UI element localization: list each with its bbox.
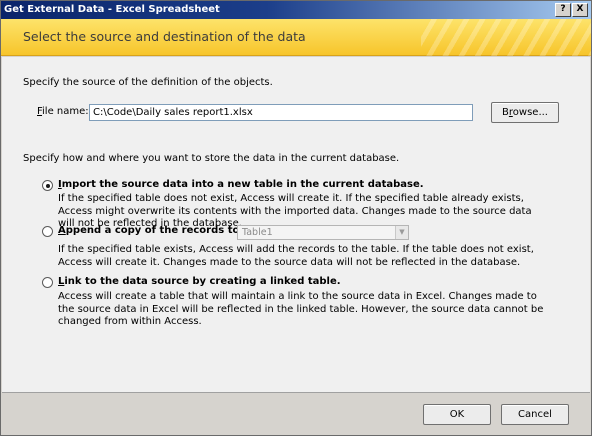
close-icon: X xyxy=(576,4,584,14)
header-banner: Select the source and destination of the… xyxy=(1,19,591,56)
get-external-data-dialog: Get External Data - Excel Spreadsheet ? … xyxy=(0,0,592,436)
radio-append[interactable] xyxy=(42,226,53,237)
file-name-label: File name: xyxy=(37,106,89,117)
ok-button[interactable]: OK xyxy=(423,404,491,425)
window-title: Get External Data - Excel Spreadsheet xyxy=(4,4,220,15)
dialog-content: Specify the source of the definition of … xyxy=(2,57,590,392)
file-name-input[interactable] xyxy=(89,104,473,121)
append-option-description: If the specified table exists, Access wi… xyxy=(58,244,534,268)
chevron-down-icon: ▼ xyxy=(395,226,408,239)
close-button[interactable]: X xyxy=(572,3,588,17)
link-option-description: Access will create a table that will mai… xyxy=(58,291,544,327)
source-heading: Specify the source of the definition of … xyxy=(23,77,273,88)
banner-decoration xyxy=(421,19,591,56)
banner-title: Select the source and destination of the… xyxy=(23,29,306,44)
destination-heading: Specify how and where you want to store … xyxy=(23,153,400,164)
browse-button[interactable]: Browse... xyxy=(491,102,559,123)
help-button[interactable]: ? xyxy=(555,3,571,17)
cancel-button[interactable]: Cancel xyxy=(501,404,569,425)
import-option-label[interactable]: Import the source data into a new table … xyxy=(58,179,424,190)
radio-link[interactable] xyxy=(42,277,53,288)
title-bar[interactable]: Get External Data - Excel Spreadsheet ? … xyxy=(1,1,591,19)
radio-import[interactable] xyxy=(42,180,53,191)
append-table-select[interactable]: Table1 ▼ xyxy=(237,225,409,240)
link-option-label[interactable]: Link to the data source by creating a li… xyxy=(58,276,341,287)
dialog-footer: OK Cancel xyxy=(2,392,590,435)
help-icon: ? xyxy=(560,4,566,14)
append-table-value: Table1 xyxy=(242,227,273,238)
